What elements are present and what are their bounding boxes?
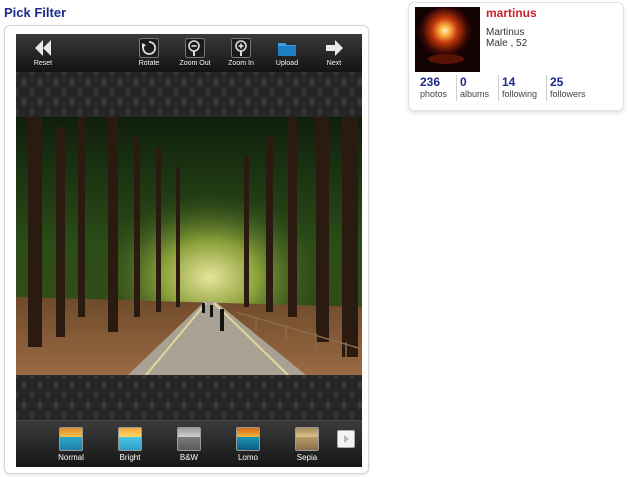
profile-real-name: Martinus xyxy=(486,27,525,38)
stat-albums[interactable]: 0 albums xyxy=(456,75,489,101)
profile-meta: Male , 52 xyxy=(486,38,528,49)
filter-label: Lomo xyxy=(237,453,258,462)
reset-button[interactable]: Reset xyxy=(28,34,58,72)
upload-label: Upload xyxy=(275,60,299,67)
stat-value: 236 xyxy=(420,75,441,89)
stat-label: albums xyxy=(460,89,490,99)
play-right-icon xyxy=(344,435,349,443)
filter-thumbnail xyxy=(118,427,142,451)
filter-sepia[interactable]: Sepia xyxy=(285,427,329,462)
arrow-right-icon xyxy=(326,40,343,56)
next-button[interactable]: Next xyxy=(320,34,348,72)
photo-canvas xyxy=(16,117,362,375)
rotate-icon xyxy=(139,38,159,58)
filter-bw[interactable]: B&W xyxy=(167,427,211,462)
filter-label: B&W xyxy=(179,453,199,462)
stat-value: 14 xyxy=(502,75,516,89)
zoom-in-label: Zoom In xyxy=(228,60,254,67)
zoom-in-icon xyxy=(231,38,251,58)
filter-label: Normal xyxy=(58,453,84,462)
profile-username[interactable]: martinus xyxy=(486,6,537,20)
filter-thumbnail xyxy=(177,427,201,451)
filter-strip: Normal Bright B&W Lomo Sepia xyxy=(16,420,362,467)
stat-following[interactable]: 14 following xyxy=(498,75,537,101)
upload-button[interactable]: Upload xyxy=(272,34,302,72)
rotate-button[interactable]: Rotate xyxy=(134,34,164,72)
stat-photos[interactable]: 236 photos xyxy=(420,75,447,101)
upload-folder-icon xyxy=(278,43,296,56)
filter-normal[interactable]: Normal xyxy=(49,427,93,462)
editor-toolbar: Reset Rotate Zoom Out Zoom In Upload Nex… xyxy=(16,34,362,73)
stat-value: 25 xyxy=(550,75,564,89)
page-title: Pick Filter xyxy=(4,5,67,20)
more-filters-button[interactable] xyxy=(337,430,355,448)
filter-label: Sepia xyxy=(296,453,318,462)
filter-thumbnail xyxy=(236,427,260,451)
canvas-background-bottom xyxy=(16,375,362,420)
zoom-out-icon xyxy=(185,38,205,58)
reset-icon xyxy=(35,40,51,56)
stat-label: photos xyxy=(420,89,448,99)
filter-lomo[interactable]: Lomo xyxy=(226,427,270,462)
filter-label: Bright xyxy=(119,453,141,462)
canvas-background-top xyxy=(16,72,362,117)
reset-label: Reset xyxy=(33,60,53,67)
stat-label: followers xyxy=(550,89,586,99)
stat-followers[interactable]: 25 followers xyxy=(546,75,586,101)
zoom-out-label: Zoom Out xyxy=(179,60,211,67)
stat-value: 0 xyxy=(460,75,467,89)
filter-bright[interactable]: Bright xyxy=(108,427,152,462)
zoom-out-button[interactable]: Zoom Out xyxy=(176,34,214,72)
filter-thumbnail xyxy=(295,427,319,451)
stat-label: following xyxy=(502,89,538,99)
rotate-label: Rotate xyxy=(138,60,160,67)
avatar[interactable] xyxy=(415,7,480,72)
next-label: Next xyxy=(326,60,342,67)
zoom-in-button[interactable]: Zoom In xyxy=(224,34,258,72)
filter-thumbnail xyxy=(59,427,83,451)
